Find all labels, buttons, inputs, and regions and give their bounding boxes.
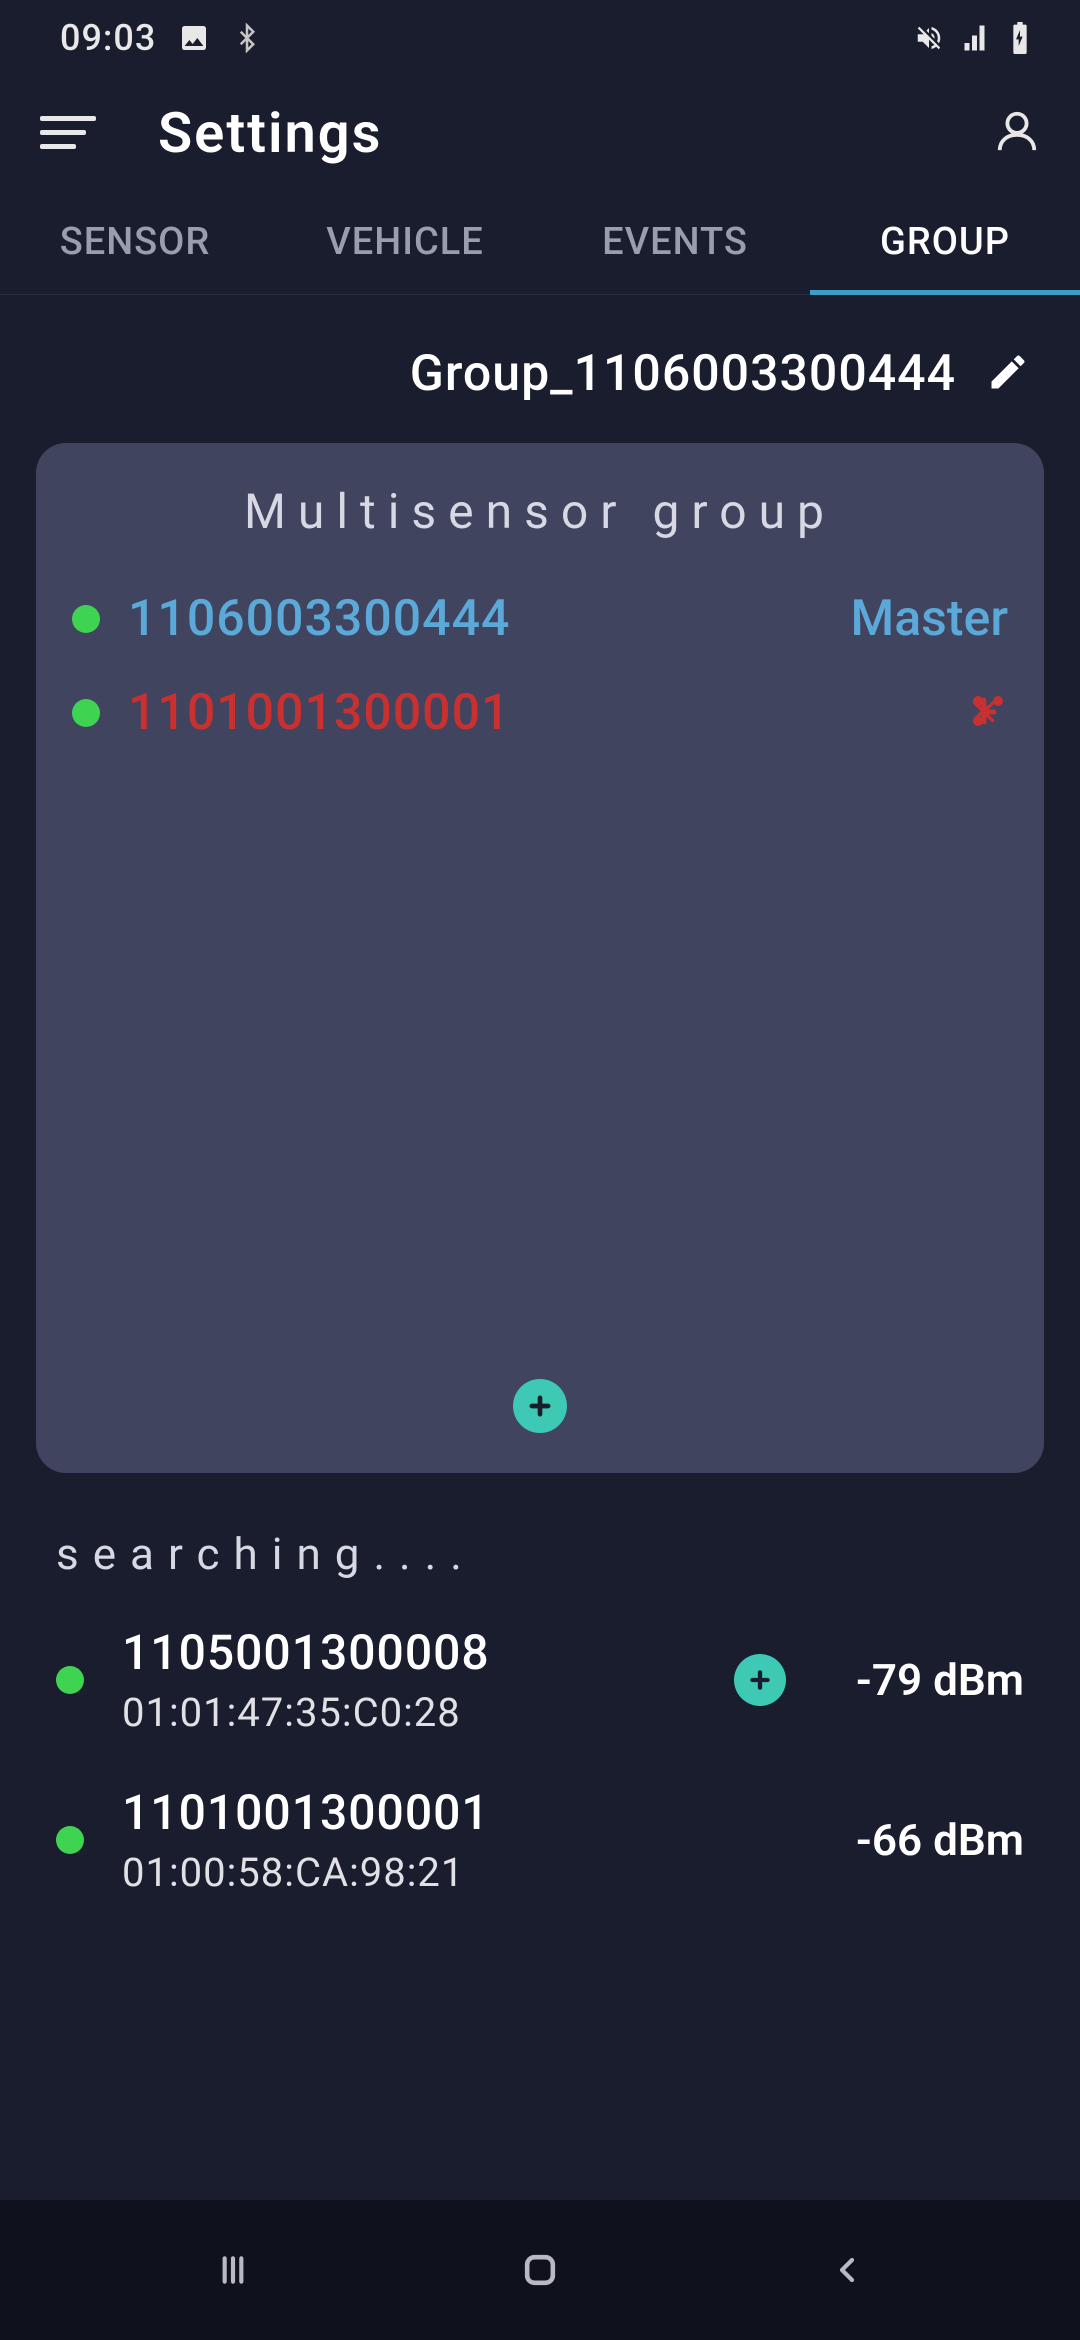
back-button[interactable] (827, 2250, 867, 2290)
result-id: 1101001300001 (122, 1784, 490, 1841)
sensor-row-member[interactable]: 1101001300001 (72, 684, 1008, 742)
tab-group[interactable]: GROUP (810, 190, 1080, 294)
search-result-row[interactable]: 1101001300001 01:00:58:CA:98:21 -66 dBm (56, 1770, 1024, 1930)
rssi-value: -79 dBm (824, 1654, 1024, 1706)
group-name-row: Group_1106003300444 (0, 295, 1080, 443)
bluetooth-icon (232, 23, 262, 53)
master-badge: Master (850, 590, 1008, 648)
add-sensor-button[interactable] (513, 1379, 567, 1433)
group-name: Group_1106003300444 (410, 345, 956, 403)
edit-icon[interactable] (986, 350, 1030, 398)
add-result-button[interactable] (734, 1654, 786, 1706)
search-result-row[interactable]: 1105001300008 01:01:47:35:C0:28 -79 dBm (56, 1610, 1024, 1770)
sensor-id: 1101001300001 (128, 684, 510, 742)
page-title: Settings (158, 100, 382, 166)
online-dot-icon (72, 699, 100, 727)
tab-vehicle[interactable]: VEHICLE (270, 190, 540, 294)
result-info: 1101001300001 01:00:58:CA:98:21 (122, 1784, 490, 1896)
home-button[interactable] (518, 2248, 562, 2292)
system-nav-bar (0, 2200, 1080, 2340)
group-card: Multisensor group 1106003300444 Master 1… (36, 443, 1044, 1473)
tab-sensor[interactable]: SENSOR (0, 190, 270, 294)
app-header: Settings (0, 75, 1080, 190)
result-id: 1105001300008 (122, 1624, 490, 1681)
card-title: Multisensor group (72, 483, 1008, 540)
menu-icon[interactable] (40, 116, 96, 149)
sensor-id: 1106003300444 (128, 590, 510, 648)
result-info: 1105001300008 01:01:47:35:C0:28 (122, 1624, 490, 1736)
online-dot-icon (72, 605, 100, 633)
online-dot-icon (56, 1666, 84, 1694)
remove-icon[interactable] (968, 691, 1008, 735)
profile-icon[interactable] (994, 108, 1040, 158)
result-mac: 01:01:47:35:C0:28 (122, 1689, 490, 1736)
status-time: 09:03 (60, 17, 156, 59)
rssi-value: -66 dBm (824, 1814, 1024, 1866)
search-section: searching.... 1105001300008 01:01:47:35:… (0, 1473, 1080, 1930)
searching-label: searching.... (56, 1528, 1024, 1580)
sensor-row-master[interactable]: 1106003300444 Master (72, 590, 1008, 648)
online-dot-icon (56, 1826, 84, 1854)
tabs: SENSOR VEHICLE EVENTS GROUP (0, 190, 1080, 295)
image-icon (178, 22, 210, 54)
status-bar: 09:03 (0, 0, 1080, 75)
result-mac: 01:00:58:CA:98:21 (122, 1849, 490, 1896)
mute-icon (914, 23, 944, 53)
signal-icon (962, 23, 992, 53)
tab-events[interactable]: EVENTS (540, 190, 810, 294)
recents-button[interactable] (213, 2250, 253, 2290)
battery-icon (1010, 22, 1030, 54)
status-left: 09:03 (60, 17, 262, 59)
status-right (914, 22, 1030, 54)
